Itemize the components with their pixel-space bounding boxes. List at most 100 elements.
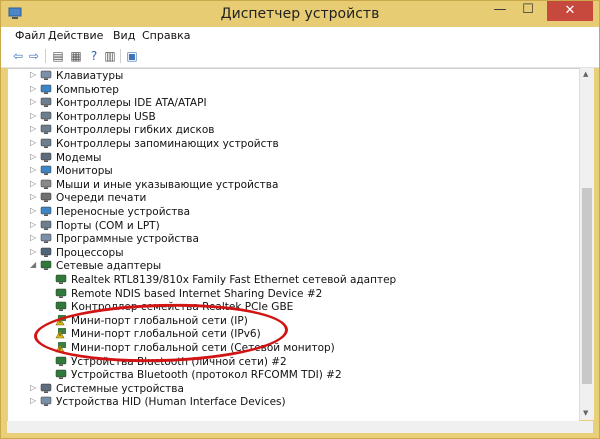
console-tree-icon: ▤ bbox=[52, 48, 64, 63]
device-label: Сетевые адаптеры bbox=[56, 260, 162, 273]
processor-icon bbox=[40, 247, 52, 258]
forward-arrow-icon: ⇨ bbox=[28, 48, 40, 63]
maximize-icon: ☐ bbox=[522, 2, 534, 17]
expand-arrow-icon[interactable]: ▷ bbox=[30, 396, 36, 405]
scan-hardware-button[interactable]: ▣ bbox=[125, 48, 139, 63]
device-label: Контроллеры запоминающих устройств bbox=[56, 138, 279, 150]
close-icon: ✕ bbox=[564, 3, 576, 18]
expand-arrow-icon[interactable]: ▷ bbox=[30, 124, 36, 133]
expand-arrow-icon[interactable]: ▷ bbox=[30, 179, 36, 188]
expand-arrow-icon[interactable]: ▷ bbox=[30, 84, 36, 93]
device-label: Мини-порт глобальной сети (IP) bbox=[71, 314, 248, 327]
device-manager-window: Диспетчер устройств — ☐ ✕ Файл Действие … bbox=[0, 0, 600, 439]
device-label: Мыши и иные указывающие устройства bbox=[56, 178, 279, 191]
network-adapter-icon bbox=[55, 274, 67, 285]
expand-arrow-icon[interactable]: ▷ bbox=[30, 97, 36, 106]
expand-arrow-icon[interactable]: ▷ bbox=[30, 152, 36, 161]
expand-arrow-icon[interactable]: ▷ bbox=[30, 165, 36, 174]
device-label: Системные устройства bbox=[56, 382, 184, 395]
floppy-controller-icon bbox=[40, 124, 52, 135]
close-button[interactable]: ✕ bbox=[547, 1, 593, 21]
help-icon: ? bbox=[90, 48, 98, 63]
device-label: Процессоры bbox=[56, 246, 124, 259]
warning-network-icon bbox=[55, 314, 67, 326]
expand-arrow-icon[interactable]: ▷ bbox=[30, 233, 36, 242]
expand-arrow-icon[interactable]: ▷ bbox=[30, 220, 36, 229]
scrollbar-thumb[interactable] bbox=[582, 188, 592, 384]
device-label: Порты (COM и LPT) bbox=[56, 219, 160, 232]
device-label: Remote NDIS based Internet Sharing Devic… bbox=[71, 287, 323, 300]
device-label: Мониторы bbox=[56, 165, 113, 178]
network-adapter-icon bbox=[55, 301, 67, 312]
expand-arrow-icon[interactable]: ▷ bbox=[30, 383, 36, 392]
portable-device-icon bbox=[40, 206, 52, 217]
expand-arrow-icon[interactable]: ▷ bbox=[30, 206, 36, 215]
software-device-icon bbox=[40, 233, 52, 244]
toolbar: ⇦ ⇨ ▤ ▦ ? ▥ ▣ bbox=[1, 45, 599, 68]
network-adapter-icon bbox=[55, 288, 67, 299]
properties-button[interactable]: ▦ bbox=[69, 48, 83, 63]
printer-icon bbox=[40, 192, 52, 203]
collapse-arrow-icon[interactable]: ◢ bbox=[30, 260, 36, 269]
hid-device-icon bbox=[40, 396, 52, 407]
help-button[interactable]: ? bbox=[87, 48, 101, 63]
horizontal-scrollbar[interactable] bbox=[7, 421, 593, 433]
menu-view[interactable]: Вид bbox=[113, 29, 135, 42]
warning-network-icon bbox=[55, 342, 67, 353]
list-view-button[interactable]: ▥ bbox=[103, 48, 117, 63]
toolbar-separator bbox=[120, 49, 121, 63]
device-label: Устройства Bluetooth (личной сети) #2 bbox=[71, 355, 287, 368]
menu-help[interactable]: Справка bbox=[142, 29, 190, 42]
port-icon bbox=[40, 220, 52, 231]
menu-action[interactable]: Действие bbox=[48, 29, 103, 42]
back-button[interactable]: ⇦ bbox=[11, 48, 25, 63]
device-label: Переносные устройства bbox=[56, 206, 191, 218]
keyboard-icon bbox=[40, 70, 52, 81]
status-bar bbox=[1, 433, 599, 438]
device-label: Модемы bbox=[56, 151, 102, 164]
device-label: Контроллеры USB bbox=[56, 110, 156, 123]
device-label: Контроллер семейства Realtek PCIe GBE bbox=[71, 301, 294, 314]
expand-arrow-icon[interactable]: ▷ bbox=[30, 138, 36, 147]
maximize-button[interactable]: ☐ bbox=[515, 1, 541, 21]
network-adapter-icon bbox=[55, 356, 67, 367]
list-view-icon: ▥ bbox=[104, 48, 116, 63]
modem-icon bbox=[40, 152, 52, 163]
device-label: Мини-порт глобальной сети (IPv6) bbox=[71, 328, 261, 341]
expand-arrow-icon[interactable]: ▷ bbox=[30, 247, 36, 256]
device-label: Устройства HID (Human Interface Devices) bbox=[56, 396, 286, 409]
device-label: Устройства Bluetooth (протокол RFCOMM TD… bbox=[71, 369, 342, 382]
network-adapter-icon bbox=[55, 369, 67, 380]
mouse-icon bbox=[40, 179, 52, 190]
scan-hardware-icon: ▣ bbox=[126, 48, 138, 63]
expand-arrow-icon[interactable]: ▷ bbox=[30, 111, 36, 120]
menu-file[interactable]: Файл bbox=[15, 29, 45, 42]
ide-controller-icon bbox=[40, 97, 52, 108]
storage-controller-icon bbox=[40, 138, 52, 149]
device-tree: ▷ Клавиатуры ▷ Компьютер ▷ Контроллеры IDE AT… bbox=[7, 68, 580, 422]
device-label: Программные устройства bbox=[56, 233, 199, 246]
back-arrow-icon: ⇦ bbox=[12, 48, 24, 63]
menu-bar: Файл Действие Вид Справка bbox=[1, 27, 599, 45]
device-label: Контроллеры IDE ATA/ATAPI bbox=[56, 97, 207, 110]
scroll-up-icon[interactable]: ▲ bbox=[583, 70, 588, 78]
device-label: Контроллеры гибких дисков bbox=[56, 124, 215, 137]
title-bar[interactable]: Диспетчер устройств — ☐ ✕ bbox=[1, 1, 599, 27]
computer-icon bbox=[40, 84, 52, 95]
minimize-button[interactable]: — bbox=[487, 1, 513, 21]
properties-icon: ▦ bbox=[70, 48, 82, 63]
monitor-icon bbox=[40, 165, 52, 176]
device-label: Компьютер bbox=[56, 83, 119, 96]
forward-button[interactable]: ⇨ bbox=[27, 48, 41, 63]
expand-arrow-icon[interactable]: ▷ bbox=[30, 70, 36, 79]
show-hide-tree-button[interactable]: ▤ bbox=[51, 48, 65, 63]
scroll-down-icon[interactable]: ▼ bbox=[583, 409, 588, 417]
vertical-scrollbar[interactable]: ▲ ▼ bbox=[579, 68, 594, 420]
device-label: Realtek RTL8139/810x Family Fast Etherne… bbox=[71, 274, 397, 286]
device-label: Очереди печати bbox=[56, 192, 147, 205]
warning-network-icon bbox=[55, 328, 67, 339]
usb-controller-icon bbox=[40, 111, 52, 122]
network-adapter-icon bbox=[40, 260, 52, 271]
expand-arrow-icon[interactable]: ▷ bbox=[30, 192, 36, 201]
device-label: Мини-порт глобальной сети (Сетевой монит… bbox=[71, 342, 335, 354]
